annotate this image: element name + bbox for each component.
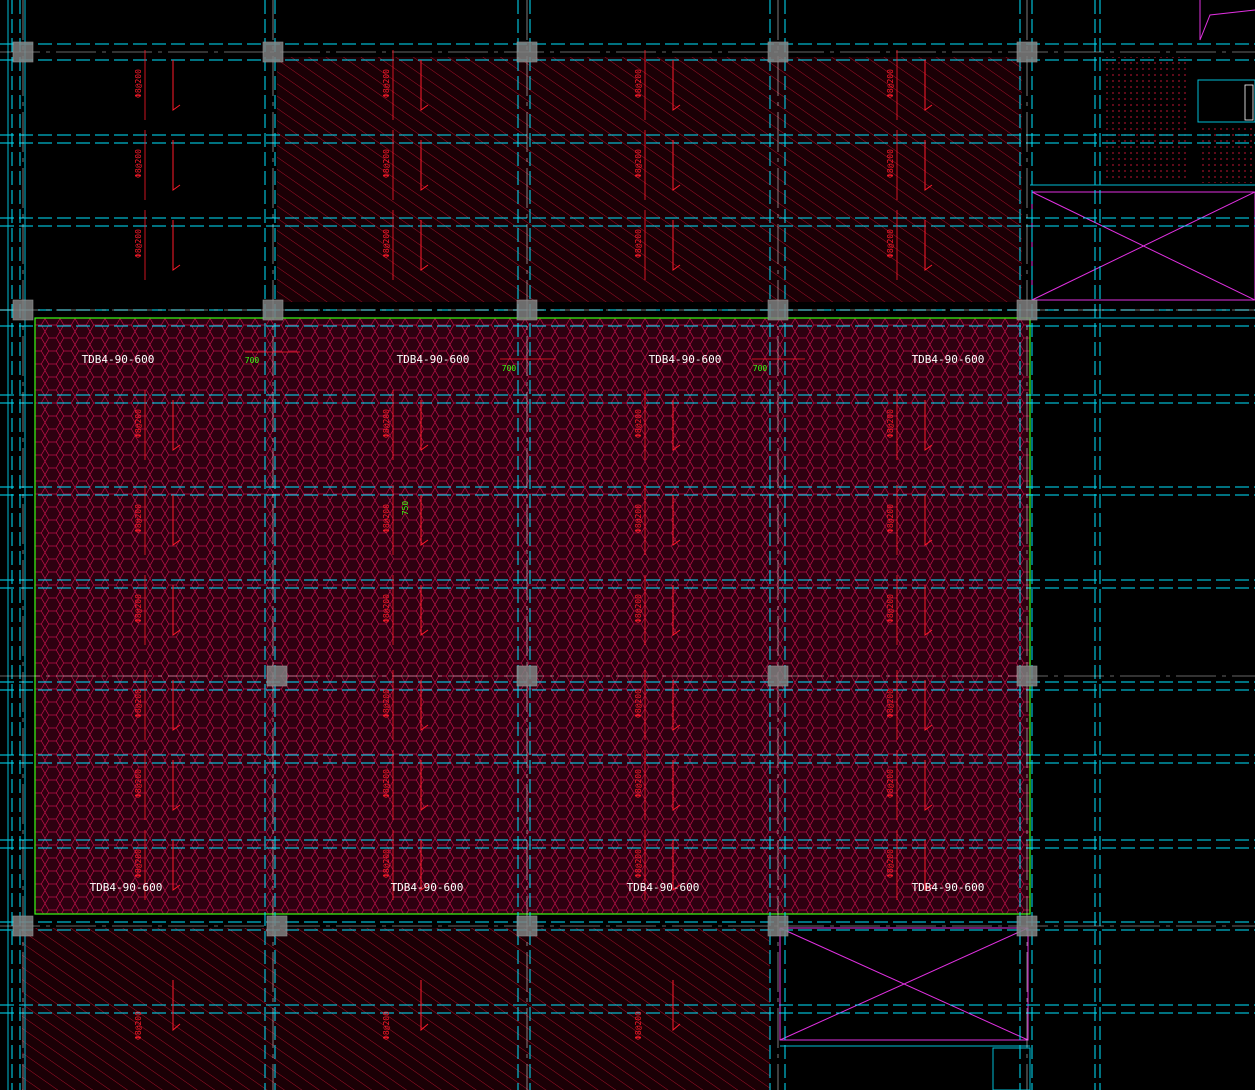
rebar-label: Φ8@200 xyxy=(886,769,895,798)
column[interactable] xyxy=(12,915,34,937)
rebar-label: Φ8@200 xyxy=(382,149,391,178)
rebar-label: Φ8@200 xyxy=(634,1011,643,1040)
rebar-label: Φ8@200 xyxy=(134,409,143,438)
column[interactable] xyxy=(767,299,789,321)
rebar-label: Φ8@200 xyxy=(634,849,643,878)
slab-label-bottom: TDB4-90-600 xyxy=(90,881,163,894)
detail-box xyxy=(992,1047,1031,1090)
column[interactable] xyxy=(516,299,538,321)
rebar-label: Φ8@200 xyxy=(634,689,643,718)
rebar-label: Φ8@200 xyxy=(134,769,143,798)
slab-label-top: TDB4-90-600 xyxy=(649,353,722,366)
rebar-label: Φ8@200 xyxy=(886,149,895,178)
floor-deck-slab[interactable] xyxy=(34,317,1031,915)
slab-label-bottom: TDB4-90-600 xyxy=(627,881,700,894)
rebar-label: Φ8@200 xyxy=(382,689,391,718)
rebar-label: Φ8@200 xyxy=(134,689,143,718)
detail-box xyxy=(1197,79,1255,123)
rebar-label: Φ8@200 xyxy=(886,594,895,623)
dimension-text: 700 xyxy=(753,364,768,373)
slab-label-bottom: TDB4-90-600 xyxy=(391,881,464,894)
column[interactable] xyxy=(516,915,538,937)
column[interactable] xyxy=(1016,41,1038,63)
rebar-label: Φ8@200 xyxy=(886,229,895,258)
rebar-label: Φ8@200 xyxy=(134,149,143,178)
slab-label-top: TDB4-90-600 xyxy=(397,353,470,366)
rebar-bend xyxy=(172,140,181,191)
column[interactable] xyxy=(1016,665,1038,687)
rebar-label: Φ8@200 xyxy=(886,69,895,98)
detail-line xyxy=(1199,0,1255,41)
rebar-label: Φ8@200 xyxy=(382,504,391,533)
dimension-text: 700 xyxy=(245,356,260,365)
column[interactable] xyxy=(516,41,538,63)
rebar-label: Φ8@200 xyxy=(382,229,391,258)
detail-box xyxy=(1244,84,1254,121)
rebar-label: Φ8@200 xyxy=(134,504,143,533)
cad-drawing-canvas[interactable]: Φ8@200 Φ8@200 Φ8@200 Φ8@200 Φ8@200 Φ8@200 Φ8@2… xyxy=(0,0,1255,1090)
rebar-label: Φ8@200 xyxy=(382,69,391,98)
rebar-bend xyxy=(172,60,181,111)
column[interactable] xyxy=(266,915,288,937)
rebar-label: Φ8@200 xyxy=(886,504,895,533)
dimension-text: 700 xyxy=(502,364,517,373)
rebar-label: Φ8@200 xyxy=(134,69,143,98)
rebar-label: Φ8@200 xyxy=(886,689,895,718)
column[interactable] xyxy=(262,41,284,63)
column[interactable] xyxy=(262,299,284,321)
rebar-label: Φ8@200 xyxy=(382,769,391,798)
column[interactable] xyxy=(12,41,34,63)
column[interactable] xyxy=(1016,299,1038,321)
column[interactable] xyxy=(767,665,789,687)
slab-label-top: TDB4-90-600 xyxy=(82,353,155,366)
column[interactable] xyxy=(1016,915,1038,937)
rebar-bend xyxy=(172,220,181,271)
column[interactable] xyxy=(767,41,789,63)
rebar-label: Φ8@200 xyxy=(382,849,391,878)
rebar-label: Φ8@200 xyxy=(134,594,143,623)
rebar-label: Φ8@200 xyxy=(634,229,643,258)
slab-label-top: TDB4-90-600 xyxy=(912,353,985,366)
rebar-label: Φ8@200 xyxy=(634,149,643,178)
column[interactable] xyxy=(12,299,34,321)
rebar-label: Φ8@200 xyxy=(886,849,895,878)
rebar-label: Φ8@200 xyxy=(634,594,643,623)
rebar-label: Φ8@200 xyxy=(134,229,143,258)
rebar-label: Φ8@200 xyxy=(634,409,643,438)
rebar-label: Φ8@200 xyxy=(634,504,643,533)
rebar-label: Φ8@200 xyxy=(382,594,391,623)
rebar-label: Φ8@200 xyxy=(134,849,143,878)
rebar-label: Φ8@200 xyxy=(886,409,895,438)
slab-label-bottom: TDB4-90-600 xyxy=(912,881,985,894)
rebar-label: Φ8@200 xyxy=(634,769,643,798)
dimension-text: 750 xyxy=(401,501,410,516)
rebar-label: Φ8@200 xyxy=(634,69,643,98)
column[interactable] xyxy=(266,665,288,687)
rebar-label: Φ8@200 xyxy=(382,409,391,438)
rebar-label: Φ8@200 xyxy=(134,1011,143,1040)
rebar-label: Φ8@200 xyxy=(382,1011,391,1040)
column[interactable] xyxy=(516,665,538,687)
column[interactable] xyxy=(767,915,789,937)
